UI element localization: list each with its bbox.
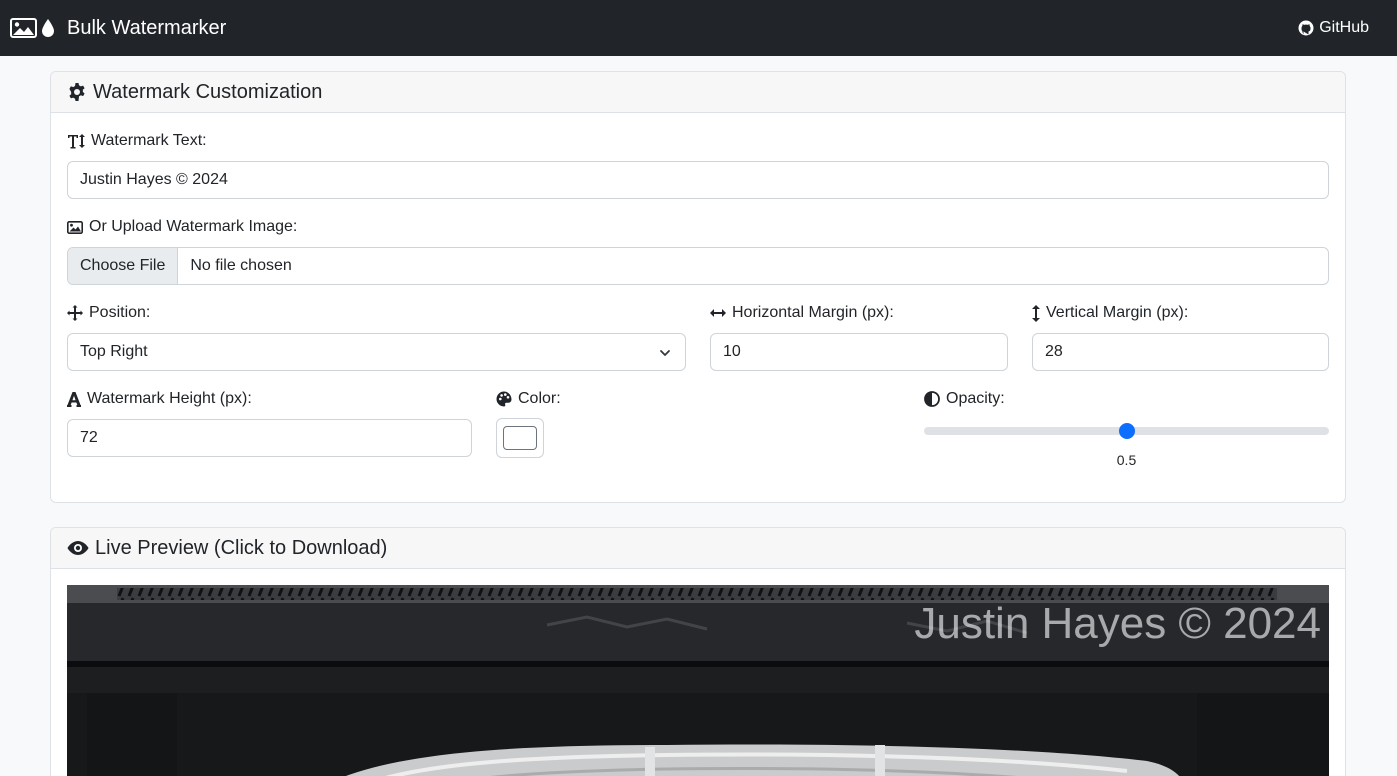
circle-half-icon — [924, 391, 940, 407]
preview-title: Live Preview (Click to Download) — [95, 536, 388, 559]
file-status: No file chosen — [190, 257, 292, 274]
github-label: GitHub — [1319, 19, 1369, 36]
v-margin-label: Vertical Margin (px): — [1032, 304, 1188, 322]
font-icon — [67, 391, 81, 407]
height-input[interactable]: 72 — [67, 419, 472, 457]
color-picker[interactable] — [496, 418, 544, 458]
preview-header: Live Preview (Click to Download) — [51, 528, 1345, 569]
upload-label: Or Upload Watermark Image: — [67, 218, 297, 236]
eye-icon — [67, 540, 89, 556]
gear-icon — [67, 82, 87, 102]
watermark-text-label: Watermark Text: — [67, 132, 207, 150]
h-margin-label: Horizontal Margin (px): — [710, 304, 894, 322]
watermark-text-input[interactable]: Justin Hayes © 2024 — [67, 161, 1329, 199]
app-title: Bulk Watermarker — [67, 16, 227, 39]
choose-file-button[interactable]: Choose File — [68, 248, 179, 284]
customization-title: Watermark Customization — [93, 80, 323, 103]
chevron-down-icon — [659, 346, 671, 364]
color-swatch — [503, 426, 537, 450]
preview-image[interactable]: Justin Hayes © 2024 — [67, 585, 1329, 776]
palette-icon — [496, 391, 512, 407]
text-height-icon — [67, 133, 85, 149]
height-label: Watermark Height (px): — [67, 390, 252, 408]
github-icon — [1298, 20, 1314, 36]
position-label: Position: — [67, 304, 150, 322]
customization-header: Watermark Customization — [51, 72, 1345, 113]
github-link[interactable]: GitHub — [1298, 19, 1369, 37]
opacity-value: 0.5 — [1116, 452, 1137, 468]
brand-icons — [10, 18, 55, 38]
brand[interactable]: Bulk Watermarker — [10, 17, 226, 40]
customization-card: Watermark Customization Watermark Text: … — [50, 71, 1346, 503]
arrows-move-icon — [67, 305, 83, 321]
image-icon — [10, 18, 37, 38]
opacity-slider-thumb[interactable] — [1118, 423, 1135, 439]
position-select[interactable]: Top Right — [67, 333, 686, 371]
v-margin-input[interactable]: 28 — [1032, 333, 1329, 371]
opacity-slider[interactable] — [924, 423, 1329, 439]
watermark-overlay: Justin Hayes © 2024 — [914, 599, 1321, 648]
opacity-label: Opacity: — [924, 390, 1005, 408]
preview-card: Live Preview (Click to Download) Justin … — [50, 527, 1346, 776]
image-icon — [67, 220, 83, 234]
h-margin-input[interactable]: 10 — [710, 333, 1008, 371]
droplet-icon — [41, 18, 55, 38]
arrows-vertical-icon — [1032, 304, 1040, 322]
watermark-image-upload[interactable]: Choose File No file chosen — [67, 247, 1329, 285]
arrows-horizontal-icon — [710, 307, 726, 319]
color-label: Color: — [496, 390, 561, 408]
navbar: Bulk Watermarker GitHub — [0, 0, 1397, 56]
